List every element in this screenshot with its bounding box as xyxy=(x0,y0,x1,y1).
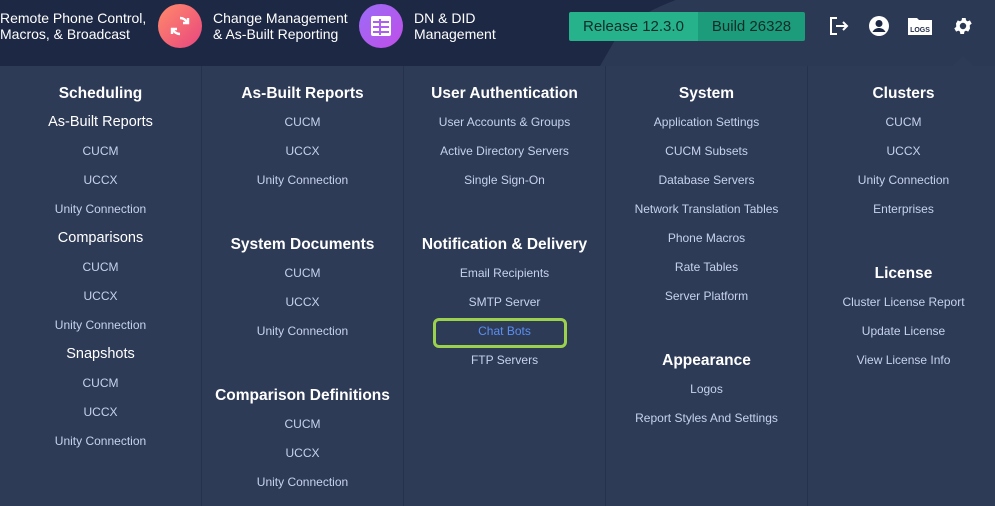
build-label: Build 26328 xyxy=(697,12,806,41)
menu-link-uccx[interactable]: UCCX xyxy=(808,144,995,158)
settings-menu-caret xyxy=(952,56,974,66)
menu-link-application-settings[interactable]: Application Settings xyxy=(606,115,807,129)
menu-column-scheduling: Scheduling As-Built Reports CUCM UCCX Un… xyxy=(0,66,202,506)
menu-link-unity-connection[interactable]: Unity Connection xyxy=(202,173,403,187)
section-title-system: System xyxy=(678,85,735,102)
menu-link-view-license-info[interactable]: View License Info xyxy=(808,353,995,367)
menu-column-reports: As-Built Reports CUCM UCCX Unity Connect… xyxy=(202,66,404,506)
menu-link-user-accounts-groups[interactable]: User Accounts & Groups xyxy=(404,115,605,129)
menu-link-uccx[interactable]: UCCX xyxy=(202,295,403,309)
section-title-as-built-reports: As-Built Reports xyxy=(241,85,364,102)
menu-link-rate-tables[interactable]: Rate Tables xyxy=(606,260,807,274)
menu-link-cucm-subsets[interactable]: CUCM Subsets xyxy=(606,144,807,158)
section-title-comparison-definitions: Comparison Definitions xyxy=(215,387,390,404)
menu-link-cucm[interactable]: CUCM xyxy=(808,115,995,129)
menu-link-ftp-servers[interactable]: FTP Servers xyxy=(404,353,605,367)
menu-link-report-styles-and-settings[interactable]: Report Styles And Settings xyxy=(606,411,807,425)
menu-link-unity-connection[interactable]: Unity Connection xyxy=(808,173,995,187)
top-bar: Remote Phone Control, Macros, & Broadcas… xyxy=(0,0,995,66)
menu-link-cucm[interactable]: CUCM xyxy=(0,144,201,158)
subsection-title-snapshots: Snapshots xyxy=(66,346,135,362)
version-badge: Release 12.3.0 Build 26328 xyxy=(569,12,806,41)
sync-icon xyxy=(158,4,202,48)
nav-label: Change Management & As-Built Reporting xyxy=(213,10,348,42)
nav-label: DN & DID Management xyxy=(414,10,496,42)
menu-link-network-translation-tables[interactable]: Network Translation Tables xyxy=(606,202,807,216)
nav-dn-did-management[interactable]: DN & DID Management xyxy=(359,4,496,48)
menu-link-uccx[interactable]: UCCX xyxy=(0,405,201,419)
menu-link-uccx[interactable]: UCCX xyxy=(0,173,201,187)
section-title-notification-delivery: Notification & Delivery xyxy=(421,236,588,253)
section-title-scheduling[interactable]: Scheduling xyxy=(0,85,201,103)
menu-link-uccx[interactable]: UCCX xyxy=(202,446,403,460)
section-title-license: License xyxy=(874,265,933,282)
user-icon[interactable] xyxy=(867,14,891,38)
settings-mega-menu: Scheduling As-Built Reports CUCM UCCX Un… xyxy=(0,66,995,506)
menu-link-uccx[interactable]: UCCX xyxy=(0,289,201,303)
logout-icon[interactable] xyxy=(827,14,851,38)
menu-link-email-recipients[interactable]: Email Recipients xyxy=(404,266,605,280)
menu-link-phone-macros[interactable]: Phone Macros xyxy=(606,231,807,245)
menu-link-logos[interactable]: Logos xyxy=(606,382,807,396)
table-icon xyxy=(359,4,403,48)
menu-link-unity-connection[interactable]: Unity Connection xyxy=(0,318,201,332)
menu-column-authentication: User Authentication User Accounts & Grou… xyxy=(404,66,606,506)
menu-link-active-directory-servers[interactable]: Active Directory Servers xyxy=(404,144,605,158)
nav-label: Remote Phone Control, Macros, & Broadcas… xyxy=(0,10,147,42)
menu-link-uccx[interactable]: UCCX xyxy=(202,144,403,158)
menu-column-clusters: Clusters CUCM UCCX Unity Connection Ente… xyxy=(808,66,995,506)
menu-link-cucm[interactable]: CUCM xyxy=(0,376,201,390)
menu-link-cucm[interactable]: CUCM xyxy=(0,260,201,274)
logs-icon-text: LOGS xyxy=(910,27,930,34)
subsection-title-as-built-reports: As-Built Reports xyxy=(48,114,153,130)
section-title-appearance: Appearance xyxy=(662,352,751,369)
menu-link-unity-connection[interactable]: Unity Connection xyxy=(202,324,403,338)
section-title-clusters: Clusters xyxy=(872,85,935,102)
menu-link-cucm[interactable]: CUCM xyxy=(202,266,403,280)
release-label: Release 12.3.0 xyxy=(569,12,698,41)
subsection-title-comparisons: Comparisons xyxy=(57,230,144,246)
menu-link-unity-connection[interactable]: Unity Connection xyxy=(0,434,201,448)
menu-column-system: System Application Settings CUCM Subsets… xyxy=(606,66,808,506)
logs-icon[interactable]: LOGS xyxy=(906,14,934,38)
nav-remote-phone-control[interactable]: Remote Phone Control, Macros, & Broadcas… xyxy=(0,10,146,42)
menu-link-cucm[interactable]: CUCM xyxy=(202,417,403,431)
menu-link-update-license[interactable]: Update License xyxy=(808,324,995,338)
gear-icon[interactable] xyxy=(951,14,975,38)
menu-link-server-platform[interactable]: Server Platform xyxy=(606,289,807,303)
menu-link-single-sign-on[interactable]: Single Sign-On xyxy=(404,173,605,187)
section-title-user-authentication: User Authentication xyxy=(431,85,578,102)
section-title-system-documents: System Documents xyxy=(230,236,375,253)
menu-link-enterprises[interactable]: Enterprises xyxy=(808,202,995,216)
menu-link-database-servers[interactable]: Database Servers xyxy=(606,173,807,187)
menu-link-smtp-server[interactable]: SMTP Server xyxy=(404,295,605,309)
menu-link-cluster-license-report[interactable]: Cluster License Report xyxy=(808,295,995,309)
highlight-box xyxy=(433,318,567,348)
menu-link-unity-connection[interactable]: Unity Connection xyxy=(202,475,403,489)
menu-link-unity-connection[interactable]: Unity Connection xyxy=(0,202,201,216)
nav-change-management[interactable]: Change Management & As-Built Reporting xyxy=(158,4,348,48)
menu-link-cucm[interactable]: CUCM xyxy=(202,115,403,129)
